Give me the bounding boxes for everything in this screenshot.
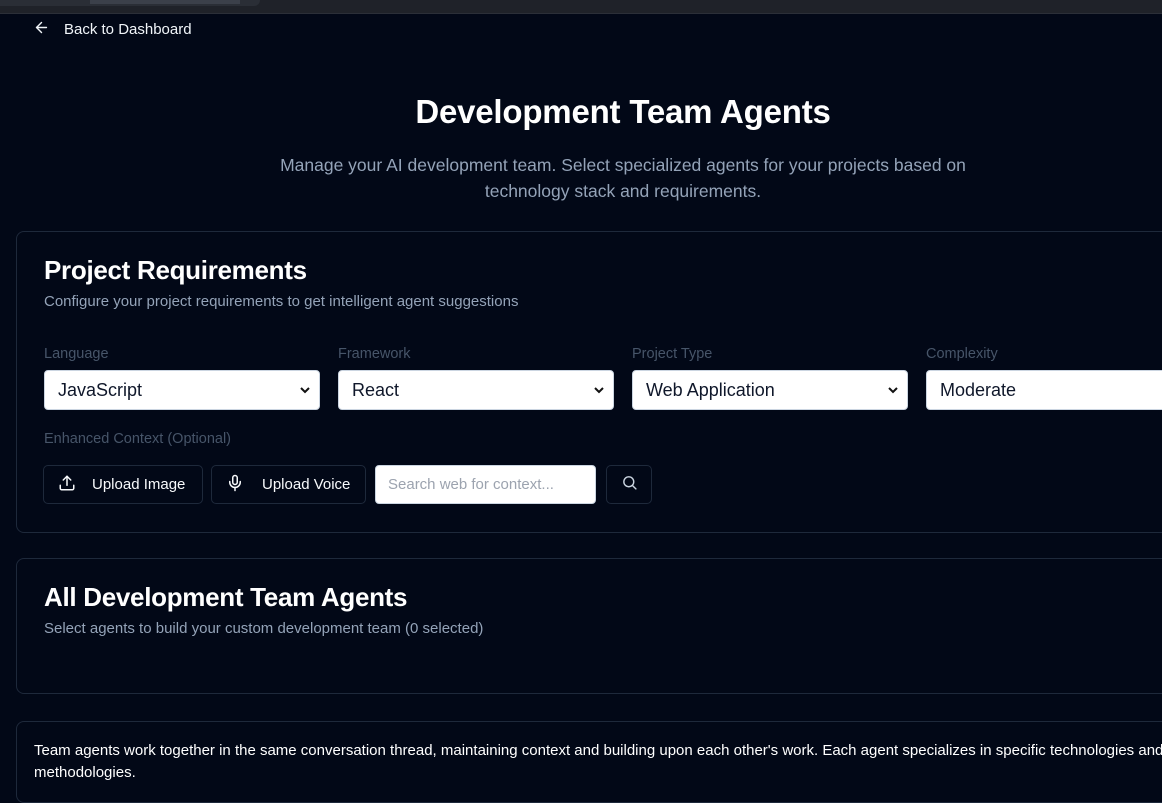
team-info-card: Team agents work together in the same co… xyxy=(16,721,1162,803)
all-agents-description: Select agents to build your custom devel… xyxy=(44,620,484,637)
framework-select-value: React xyxy=(352,379,400,400)
chevron-down-icon xyxy=(594,387,604,394)
page-subtitle: Manage your AI development team. Select … xyxy=(280,155,966,201)
complexity-select-value: Moderate xyxy=(940,379,1017,400)
project-type-select[interactable]: Web Application xyxy=(632,370,908,410)
chevron-down-icon xyxy=(300,387,310,394)
language-select[interactable]: JavaScript xyxy=(44,370,320,410)
all-agents-card: All Development Team Agents Select agent… xyxy=(16,558,1162,694)
project-requirements-card: Project Requirements Configure your proj… xyxy=(16,231,1162,533)
web-search-input[interactable] xyxy=(375,465,596,504)
language-label: Language xyxy=(44,346,109,362)
browser-address-fragment xyxy=(90,0,240,4)
upload-image-button[interactable]: Upload Image xyxy=(43,465,203,504)
microphone-icon xyxy=(226,474,244,496)
back-link-label: Back to Dashboard xyxy=(64,20,192,38)
requirements-description: Configure your project requirements to g… xyxy=(44,293,519,310)
arrow-left-icon xyxy=(33,19,50,40)
search-icon xyxy=(621,474,638,496)
framework-select[interactable]: React xyxy=(338,370,614,410)
upload-voice-label: Upload Voice xyxy=(262,476,351,493)
page-title: Development Team Agents xyxy=(415,93,831,130)
browser-top-strip xyxy=(0,0,1162,14)
upload-image-label: Upload Image xyxy=(92,476,186,493)
requirements-title: Project Requirements xyxy=(44,255,307,285)
chevron-down-icon xyxy=(888,387,898,394)
complexity-label: Complexity xyxy=(926,346,998,362)
team-info-text: Team agents work together in the same co… xyxy=(34,742,1162,781)
language-select-value: JavaScript xyxy=(58,379,143,400)
web-search-button[interactable] xyxy=(606,465,652,504)
back-to-dashboard-link[interactable]: Back to Dashboard xyxy=(33,18,192,40)
upload-icon xyxy=(58,474,76,496)
upload-voice-button[interactable]: Upload Voice xyxy=(211,465,366,504)
enhanced-context-label: Enhanced Context (Optional) xyxy=(44,431,231,447)
all-agents-title: All Development Team Agents xyxy=(44,582,408,612)
project-type-label: Project Type xyxy=(632,346,713,362)
framework-label: Framework xyxy=(338,346,411,362)
complexity-select[interactable]: Moderate xyxy=(926,370,1162,410)
project-type-select-value: Web Application xyxy=(646,379,775,400)
